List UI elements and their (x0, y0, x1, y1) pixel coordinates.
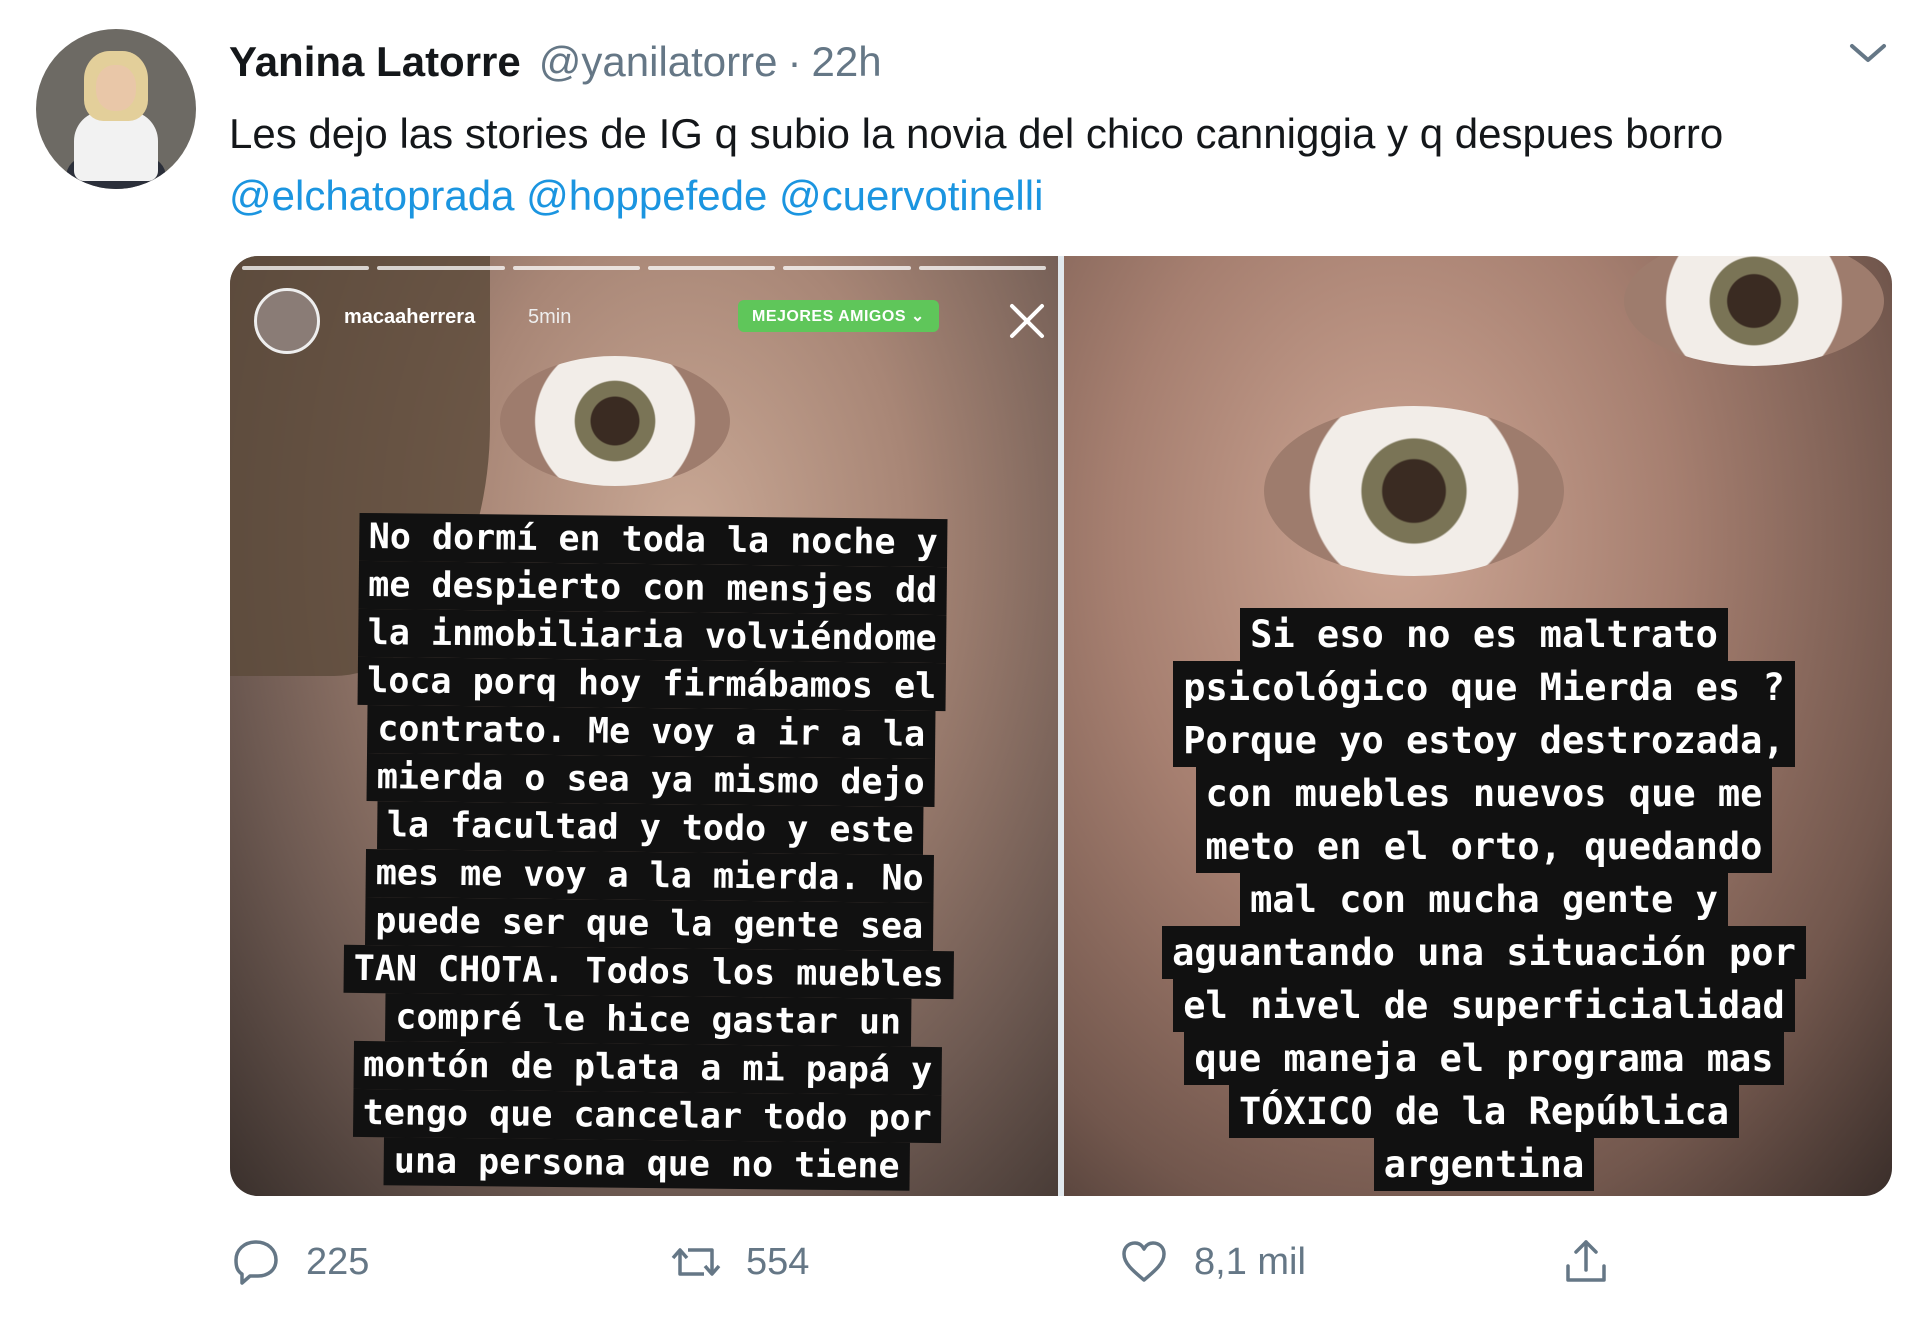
story-time: 5min (528, 306, 572, 328)
story-image-left[interactable]: macaaherrera 5min MEJORES AMIGOS ⌄ No do… (230, 256, 1058, 1196)
share-button[interactable] (1560, 1236, 1612, 1288)
caption-line: la facultad y todo y este (376, 801, 924, 855)
caption-line: loca porq hoy firmábamos el (357, 656, 947, 712)
story-image-right[interactable]: Si eso no es maltrato psicológico que Mi… (1064, 256, 1892, 1196)
retweet-icon (671, 1248, 721, 1276)
caption-line: mierda o sea ya mismo dejo (366, 753, 935, 807)
retweet-button[interactable]: 554 (670, 1236, 809, 1288)
tweet-media[interactable]: macaaherrera 5min MEJORES AMIGOS ⌄ No do… (230, 256, 1892, 1196)
caption-line: me despierto con mensjes dd (358, 560, 948, 616)
caption-line: mal con mucha gente y (1240, 873, 1728, 926)
caption-line: TÓXICO de la República (1228, 1085, 1740, 1138)
caption-line: el nivel de superficialidad (1173, 979, 1795, 1032)
mention-link[interactable]: @elchatoprada (229, 172, 515, 219)
tweet-body: Les dejo las stories de IG q subio la no… (229, 110, 1724, 157)
caption-line: que maneja el programa mas (1184, 1032, 1784, 1085)
caption-line: Si eso no es maltrato (1240, 608, 1728, 661)
story-avatar (254, 288, 320, 354)
reply-button[interactable]: 225 (230, 1236, 369, 1288)
tweet-header: Yanina Latorre @yanilatorre · 22h (229, 38, 882, 88)
story-eye (1264, 406, 1564, 576)
tweet-timestamp[interactable]: 22h (812, 38, 882, 86)
tweet-actions: 225 554 8,1 mil (230, 1236, 1910, 1296)
caption-line: Porque yo estoy destrozada, (1173, 714, 1795, 767)
tweet-text: Les dejo las stories de IG q subio la no… (229, 103, 1869, 227)
like-count: 8,1 mil (1194, 1240, 1306, 1283)
share-icon (1566, 1240, 1606, 1282)
reply-count: 225 (306, 1240, 370, 1283)
story-progress-bar (242, 266, 1046, 270)
caption-line: una persona que no tiene (383, 1137, 910, 1191)
caption-line: compré le hice gastar un (385, 993, 912, 1047)
author-handle[interactable]: @yanilatorre (539, 38, 778, 86)
caption-line: con muebles nuevos que me (1195, 767, 1773, 820)
best-friends-badge: MEJORES AMIGOS ⌄ (738, 300, 939, 332)
caption-line: mes me voy a la mierda. No (365, 849, 934, 903)
author-avatar[interactable] (36, 29, 196, 189)
story-caption-right: Si eso no es maltrato psicológico que Mi… (1094, 608, 1874, 1191)
retweet-count: 554 (746, 1240, 810, 1283)
caption-line: puede ser que la gente sea (365, 897, 934, 951)
mention-link[interactable]: @hoppefede (526, 172, 767, 219)
caption-line: TAN CHOTA. Todos los muebles (343, 944, 954, 1000)
heart-icon (1122, 1241, 1166, 1282)
chevron-down-icon[interactable] (1848, 38, 1888, 68)
avatar-face (96, 65, 136, 111)
story-username: macaaherrera (344, 306, 476, 328)
caption-line: tengo que cancelar todo por (352, 1088, 942, 1144)
reply-icon (234, 1240, 278, 1285)
avatar-shirt (74, 111, 158, 181)
author-name[interactable]: Yanina Latorre (229, 38, 521, 86)
caption-line: psicológico que Mierda es ? (1173, 661, 1795, 714)
header-separator: · (787, 38, 802, 85)
caption-line: la inmobiliaria volviéndome (357, 608, 947, 664)
close-icon (1010, 304, 1044, 338)
caption-line: aguantando una situación por (1162, 926, 1806, 979)
mention-link[interactable]: @cuervotinelli (779, 172, 1043, 219)
like-button[interactable]: 8,1 mil (1118, 1236, 1306, 1288)
story-caption-left: No dormí en toda la noche y me despierto… (287, 512, 1014, 1192)
caption-line: No dormí en toda la noche y (358, 512, 948, 568)
caption-line: montón de plata a mi papá y (353, 1040, 943, 1096)
caption-line: argentina (1373, 1138, 1595, 1191)
caption-line: meto en el orto, quedando (1195, 820, 1773, 873)
caption-line: contrato. Me voy a ir a la (367, 705, 936, 759)
story-eye (500, 356, 730, 486)
story-eye (1624, 256, 1884, 366)
